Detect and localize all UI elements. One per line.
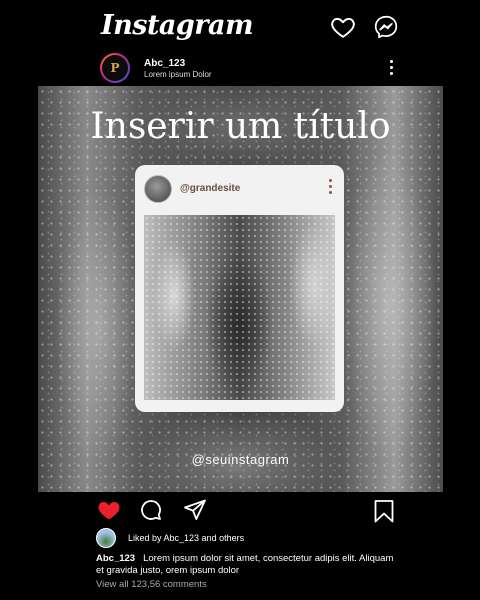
post-caption: Abc_123 Lorem ipsum dolor sit amet, conse… bbox=[96, 553, 396, 576]
caption-username[interactable]: Abc_123 bbox=[96, 553, 135, 564]
more-options-icon[interactable] bbox=[389, 60, 395, 76]
post-title: Inserir um título bbox=[90, 106, 391, 147]
inner-photo bbox=[144, 215, 335, 400]
view-all-comments-link[interactable]: View all 123,56 comments bbox=[96, 579, 207, 590]
caption-text: Lorem ipsum dolor sit amet, consectetur … bbox=[96, 553, 394, 576]
inner-more-icon bbox=[329, 179, 332, 197]
app-logo: Instagram bbox=[101, 10, 254, 41]
inner-avatar bbox=[144, 175, 172, 203]
inner-handle: @grandesite bbox=[180, 183, 241, 194]
profile-avatar[interactable]: P bbox=[100, 53, 130, 83]
liked-by-avatar bbox=[96, 528, 116, 548]
heart-icon[interactable] bbox=[97, 498, 121, 522]
instagram-handle: @seuinstagram bbox=[191, 452, 290, 467]
inner-post-card: @grandesite bbox=[135, 165, 344, 412]
account-subtitle: Lorem ipsum Dolor bbox=[144, 70, 212, 79]
comment-icon[interactable] bbox=[139, 498, 163, 522]
post-image[interactable]: Inserir um título @grandesite @seuinstag… bbox=[38, 86, 443, 492]
send-icon[interactable] bbox=[183, 498, 207, 522]
messenger-icon[interactable] bbox=[373, 14, 399, 40]
avatar-monogram: P bbox=[110, 61, 120, 75]
account-username[interactable]: Abc_123 bbox=[144, 58, 185, 69]
liked-by-text[interactable]: Liked by Abc_123 and others bbox=[128, 533, 244, 543]
heart-icon[interactable] bbox=[330, 14, 356, 40]
bookmark-icon[interactable] bbox=[372, 499, 396, 523]
